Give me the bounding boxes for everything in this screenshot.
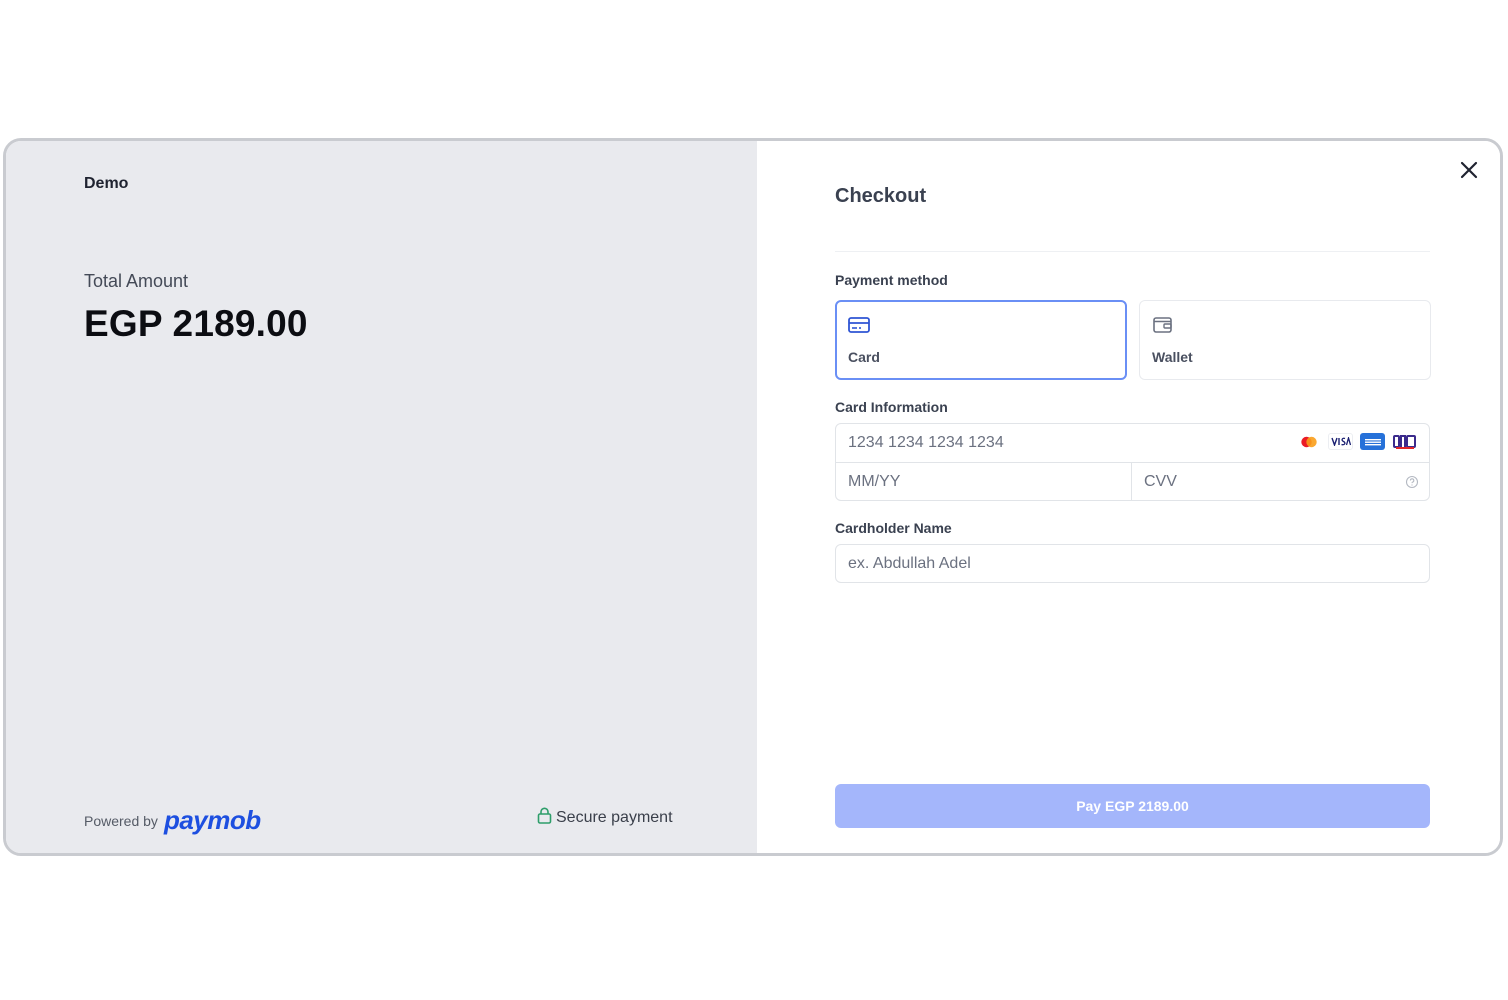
card-information-label: Card Information: [835, 399, 948, 415]
help-icon[interactable]: [1405, 475, 1419, 494]
close-button[interactable]: [1458, 159, 1480, 181]
card-method-label: Card: [848, 349, 880, 365]
wallet-method-label: Wallet: [1152, 349, 1193, 365]
wallet-icon: [1152, 316, 1174, 339]
checkout-panel: Checkout Payment method Card Wallet Card…: [757, 141, 1500, 853]
cardholder-name-label: Cardholder Name: [835, 520, 952, 536]
powered-by: Powered by paymob: [84, 805, 261, 836]
card-information-group: 1234 1234 1234 1234 MM/YY CVV: [835, 423, 1430, 501]
card-number-placeholder: 1234 1234 1234 1234: [848, 434, 1004, 451]
paymob-logo[interactable]: paymob: [164, 805, 261, 836]
amex-icon: [1360, 433, 1385, 450]
secure-payment: Secure payment: [537, 807, 673, 829]
cvv-input[interactable]: CVV: [1132, 463, 1429, 500]
credit-card-icon: [848, 316, 870, 339]
secure-payment-label: Secure payment: [556, 809, 673, 826]
card-number-input[interactable]: 1234 1234 1234 1234: [836, 424, 1429, 463]
cvv-placeholder: CVV: [1144, 473, 1177, 490]
cardholder-name-placeholder: ex. Abdullah Adel: [848, 555, 971, 572]
card-brand-icons: [1296, 433, 1417, 450]
meeza-icon: [1392, 433, 1417, 450]
expiry-placeholder: MM/YY: [848, 473, 901, 490]
payment-method-card[interactable]: Card: [835, 300, 1127, 380]
title-divider: [835, 251, 1430, 252]
total-amount-label: Total Amount: [84, 271, 189, 291]
payment-method-label: Payment method: [835, 272, 948, 288]
checkout-modal: Demo Total Amount EGP 2189.00 Powered by…: [3, 138, 1503, 856]
lock-icon: [537, 807, 552, 829]
powered-by-label: Powered by: [84, 812, 158, 829]
cardholder-name-input[interactable]: ex. Abdullah Adel: [835, 544, 1430, 583]
payment-method-wallet[interactable]: Wallet: [1139, 300, 1431, 380]
pay-button[interactable]: Pay EGP 2189.00: [835, 784, 1430, 828]
mastercard-icon: [1296, 433, 1321, 450]
visa-icon: [1328, 433, 1353, 450]
merchant-name: Demo: [84, 175, 129, 192]
checkout-title: Checkout: [835, 185, 927, 207]
close-icon: [1460, 161, 1478, 179]
total-amount-value: EGP 2189.00: [84, 303, 308, 344]
order-summary-panel: Demo Total Amount EGP 2189.00 Powered by…: [6, 141, 757, 853]
expiry-input[interactable]: MM/YY: [836, 463, 1132, 500]
